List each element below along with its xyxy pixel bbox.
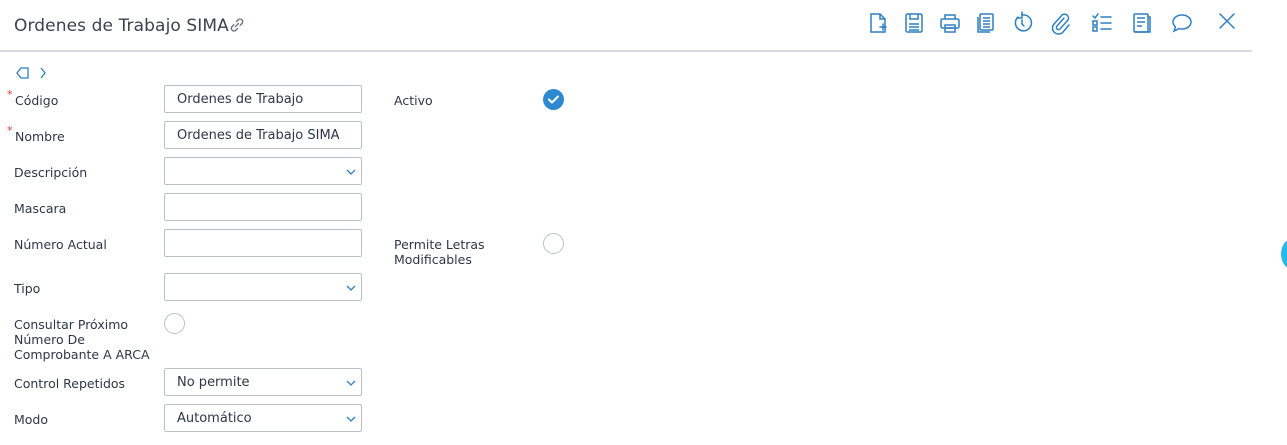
activo-checkbox[interactable] xyxy=(543,89,564,110)
tipo-select[interactable] xyxy=(164,273,362,301)
chevron-down-icon xyxy=(346,416,356,422)
descripcion-label: Descripción xyxy=(14,165,88,180)
consultar-label-line: Número De xyxy=(14,332,85,347)
activo-label: Activo xyxy=(394,93,433,108)
codigo-label: Código xyxy=(15,93,59,108)
undo-icon[interactable] xyxy=(1010,11,1034,35)
permite-letras-label: Permite Letras Modificables xyxy=(394,237,485,267)
chevron-right-icon[interactable] xyxy=(38,66,48,80)
tipo-label: Tipo xyxy=(14,281,41,296)
permite-letras-label-line: Modificables xyxy=(394,252,472,267)
mascara-label: Mascara xyxy=(14,201,67,216)
codigo-input[interactable]: Ordenes de Trabajo xyxy=(164,85,362,113)
numero-actual-input[interactable] xyxy=(164,229,362,257)
nombre-input[interactable]: Ordenes de Trabajo SIMA xyxy=(164,121,362,149)
checklist-icon[interactable] xyxy=(1090,11,1114,35)
mascara-input[interactable] xyxy=(164,193,362,221)
report-icon[interactable] xyxy=(1129,11,1153,35)
window-header: Ordenes de Trabajo SIMA xyxy=(0,0,1252,52)
consultar-label-line: Consultar Próximo xyxy=(14,317,129,332)
numero-actual-label: Número Actual xyxy=(14,237,107,252)
close-icon[interactable] xyxy=(1215,9,1239,33)
link-icon[interactable] xyxy=(228,16,246,34)
consultar-label-line: Comprobante A ARCA xyxy=(14,347,150,362)
permite-letras-checkbox[interactable] xyxy=(543,233,564,254)
comment-icon[interactable] xyxy=(1170,11,1194,35)
chevron-down-icon xyxy=(346,169,356,175)
consultar-label: Consultar Próximo Número De Comprobante … xyxy=(14,317,150,362)
new-document-icon[interactable] xyxy=(866,11,890,35)
chevron-down-icon xyxy=(346,380,356,386)
descripcion-select[interactable] xyxy=(164,157,362,185)
copy-icon[interactable] xyxy=(974,11,998,35)
checkmark-icon xyxy=(548,95,559,104)
chevron-down-icon xyxy=(346,285,356,291)
nombre-label: Nombre xyxy=(15,129,65,144)
permite-letras-label-line: Permite Letras xyxy=(394,237,485,252)
modo-select[interactable]: Automático xyxy=(164,404,362,432)
print-icon[interactable] xyxy=(938,11,962,35)
control-repetidos-select[interactable]: No permite xyxy=(164,368,362,396)
modo-label: Modo xyxy=(14,412,49,427)
page-title: Ordenes de Trabajo SIMA xyxy=(14,16,229,36)
save-icon[interactable] xyxy=(902,11,926,35)
side-panel-toggle[interactable] xyxy=(1281,238,1287,270)
control-repetidos-label: Control Repetidos xyxy=(14,376,126,391)
required-marker: * xyxy=(7,124,13,137)
modo-value: Automático xyxy=(177,411,252,426)
consultar-checkbox[interactable] xyxy=(164,313,185,334)
control-repetidos-value: No permite xyxy=(177,375,250,390)
tag-icon[interactable] xyxy=(15,66,31,80)
required-marker: * xyxy=(7,88,13,101)
attachment-icon[interactable] xyxy=(1048,11,1072,35)
